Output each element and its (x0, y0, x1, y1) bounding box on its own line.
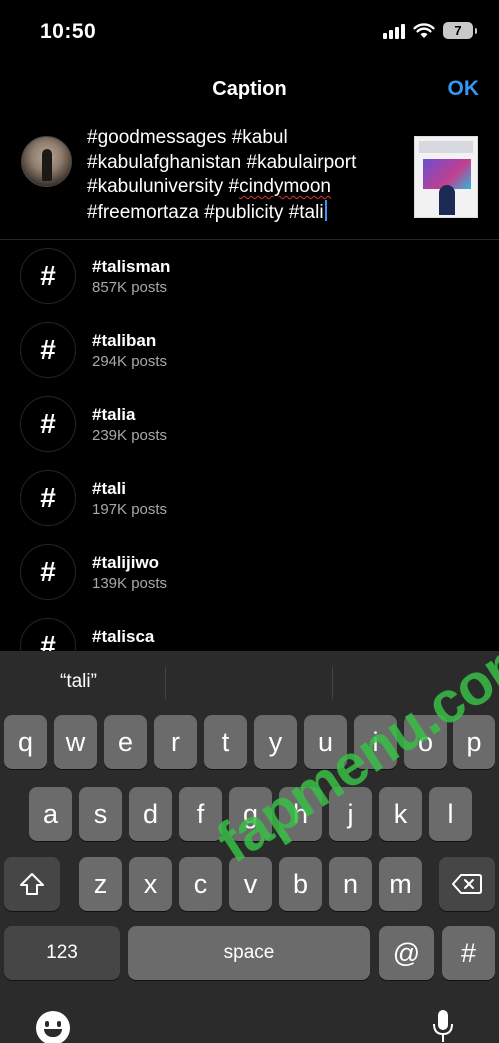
hashtag-icon: # (20, 322, 76, 378)
suggestion-tag: #tali (92, 479, 127, 498)
status-time: 10:50 (40, 20, 97, 43)
hashtag-icon: # (20, 470, 76, 526)
backspace-icon (452, 874, 482, 894)
battery-icon: 7 (443, 22, 477, 39)
caption-line-1: #goodmessages #kabul (87, 127, 288, 148)
key-u[interactable]: u (304, 715, 347, 769)
key-a[interactable]: a (29, 787, 72, 841)
suggestion-item[interactable]: # #tali 197K posts (0, 462, 499, 536)
key-l[interactable]: l (429, 787, 472, 841)
key-x[interactable]: x (129, 857, 172, 911)
suggestion-item[interactable]: # #talisman 857K posts (0, 240, 499, 314)
key-o[interactable]: o (404, 715, 447, 769)
suggestion-tag: #talijiwo (92, 553, 160, 572)
key-b[interactable]: b (279, 857, 322, 911)
key-w[interactable]: w (54, 715, 97, 769)
key-i[interactable]: i (354, 715, 397, 769)
hash-key[interactable]: # (442, 926, 495, 980)
caption-editor: #goodmessages #kabul #kabulafghanistan #… (0, 116, 499, 240)
ok-button[interactable]: OK (448, 77, 480, 101)
key-d[interactable]: d (129, 787, 172, 841)
header: Caption OK (0, 62, 499, 116)
shift-icon (20, 873, 44, 895)
shift-key[interactable] (4, 857, 60, 911)
hashtag-icon: # (20, 248, 76, 304)
numbers-key[interactable]: 123 (4, 926, 120, 980)
microphone-icon[interactable] (432, 1009, 454, 1043)
key-v[interactable]: v (229, 857, 272, 911)
suggestion-tag: #talisman (92, 257, 171, 276)
text-cursor (324, 199, 327, 221)
key-m[interactable]: m (379, 857, 422, 911)
hashtag-suggestions: # #talisman 857K posts # #taliban 294K p… (0, 240, 499, 652)
key-c[interactable]: c (179, 857, 222, 911)
keyboard: “tali” q w e r t y u i o p a s d f g h j… (0, 651, 499, 1043)
key-g[interactable]: g (229, 787, 272, 841)
post-thumbnail (414, 136, 478, 218)
caption-input[interactable]: #goodmessages #kabul #kabulafghanistan #… (87, 120, 397, 225)
predictive-bar: “tali” (0, 651, 499, 715)
key-e[interactable]: e (104, 715, 147, 769)
key-t[interactable]: t (204, 715, 247, 769)
emoji-icon[interactable] (36, 1011, 70, 1043)
misspelled-word: cindymoon (239, 176, 331, 197)
key-q[interactable]: q (4, 715, 47, 769)
key-k[interactable]: k (379, 787, 422, 841)
delete-key[interactable] (439, 857, 495, 911)
hashtag-icon: # (20, 544, 76, 600)
suggestion-count: 139K posts (92, 575, 168, 592)
suggestion-item[interactable]: # #taliban 294K posts (0, 314, 499, 388)
suggestion-tag: #talisca (92, 627, 155, 646)
suggestion-tag: #talia (92, 405, 136, 424)
key-s[interactable]: s (79, 787, 122, 841)
key-j[interactable]: j (329, 787, 372, 841)
status-icons: 7 (383, 22, 477, 39)
cellular-signal-icon (383, 23, 405, 39)
hashtag-icon: # (20, 618, 76, 652)
suggestion-item[interactable]: # #talijiwo 139K posts (0, 536, 499, 610)
at-key[interactable]: @ (379, 926, 434, 980)
suggestion-count: 197K posts (92, 501, 168, 518)
key-n[interactable]: n (329, 857, 372, 911)
suggestion-item[interactable]: # #talia 239K posts (0, 388, 499, 462)
space-key[interactable]: space (128, 926, 370, 980)
wifi-icon (413, 22, 435, 38)
key-f[interactable]: f (179, 787, 222, 841)
caption-line-2: #kabulafghanistan #kabulairport (87, 151, 357, 173)
suggestion-count: 294K posts (92, 353, 168, 370)
suggestion-tag: #taliban (92, 331, 157, 350)
caption-line-3: #kabuluniversity #cindymoon (87, 176, 331, 197)
key-r[interactable]: r (154, 715, 197, 769)
prediction-suggestion[interactable]: “tali” (60, 671, 97, 693)
page-title: Caption (212, 78, 287, 100)
key-y[interactable]: y (254, 715, 297, 769)
key-p[interactable]: p (453, 715, 495, 769)
key-h[interactable]: h (279, 787, 322, 841)
avatar (21, 136, 72, 187)
key-z[interactable]: z (79, 857, 122, 911)
suggestion-count: 857K posts (92, 279, 168, 296)
suggestion-count: 239K posts (92, 427, 168, 444)
suggestion-item[interactable]: # #talisca (0, 610, 499, 652)
caption-line-4: #freemortaza #publicity #tali (87, 199, 397, 226)
status-bar: 10:50 7 (0, 0, 499, 62)
hashtag-icon: # (20, 396, 76, 452)
